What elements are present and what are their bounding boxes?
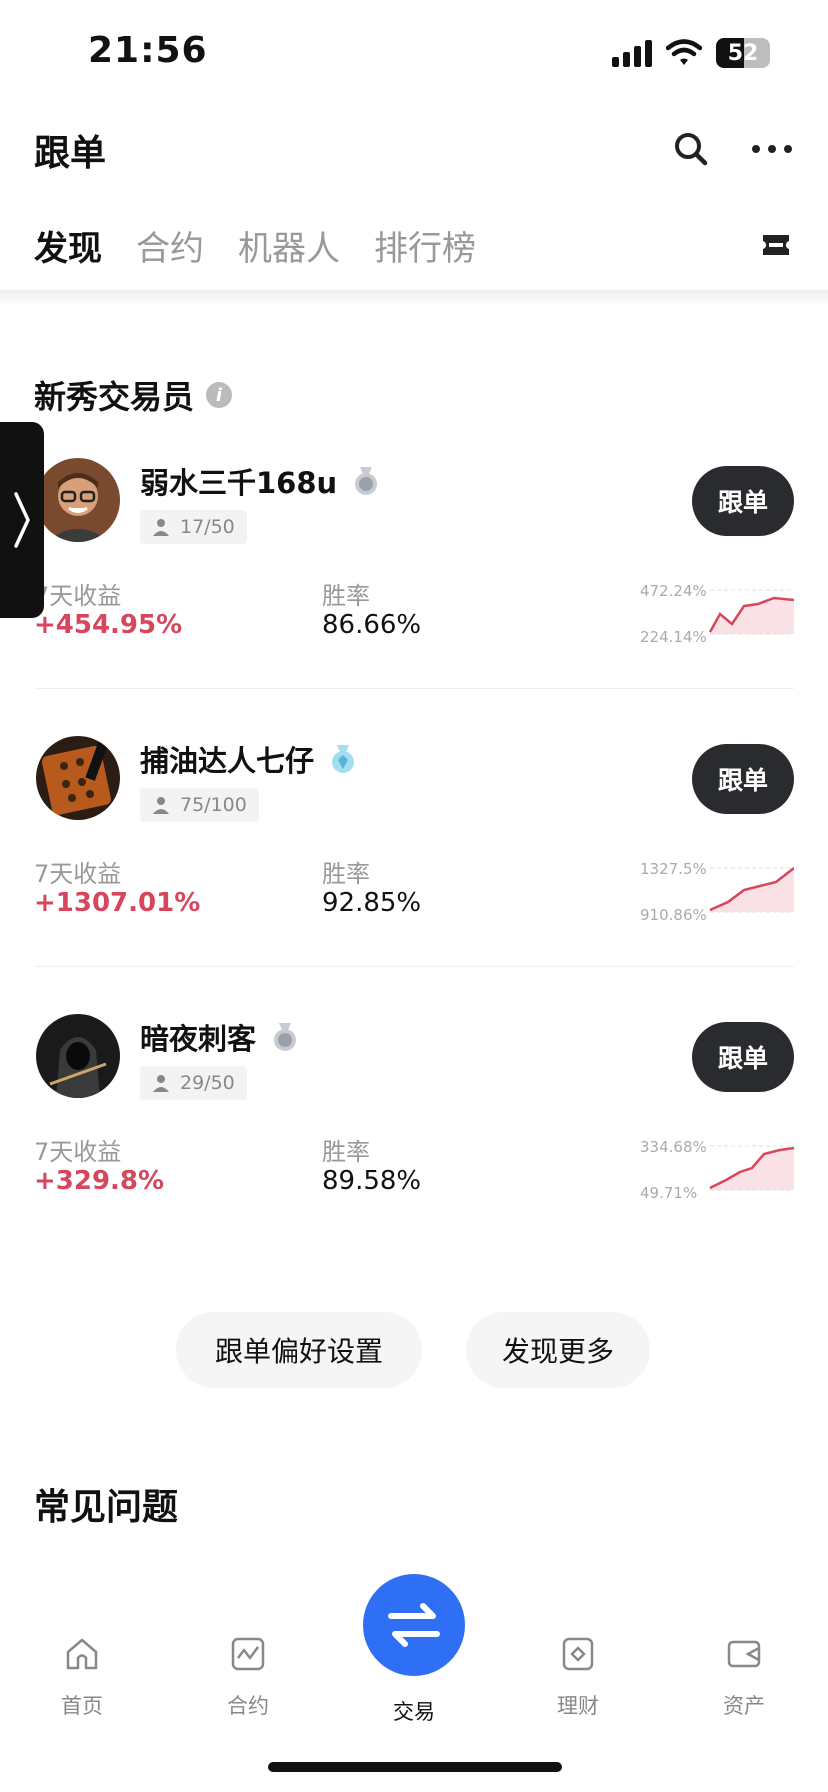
divider xyxy=(34,966,794,967)
header-shadow xyxy=(0,290,828,306)
nav-assets[interactable]: 资产 xyxy=(694,1636,794,1720)
trader-card[interactable]: 捕油达人七仔 75/100 跟单 7天收益 +1307.01% 胜率 92.85… xyxy=(0,736,828,1012)
nav-finance[interactable]: 理财 xyxy=(528,1636,628,1720)
win-rate-label: 胜率 xyxy=(322,582,370,610)
status-bar: 21:56 52 xyxy=(0,0,828,100)
pnl-value: +329.8% xyxy=(34,1166,165,1196)
wallet-icon xyxy=(727,1640,761,1668)
signal-icon xyxy=(612,39,652,67)
nav-contract[interactable]: 合约 xyxy=(198,1636,298,1720)
status-time: 21:56 xyxy=(88,30,208,71)
trader-name-text: 暗夜刺客 xyxy=(140,1022,257,1056)
silver-medal-icon xyxy=(355,467,378,495)
follower-count-text: 29/50 xyxy=(180,1072,235,1094)
chevron-right-icon xyxy=(14,492,30,548)
trader-card[interactable]: 弱水三千168u 17/50 跟单 7天收益 +454.95% 胜率 86.66… xyxy=(0,458,828,734)
follower-count: 29/50 xyxy=(140,1066,247,1100)
follower-count: 75/100 xyxy=(140,788,259,822)
section-title-text: 新秀交易员 xyxy=(34,378,195,416)
faq-title: 常见问题 xyxy=(34,1487,179,1528)
nav-label: 资产 xyxy=(723,1694,765,1718)
win-rate-label: 胜率 xyxy=(322,860,370,888)
nav-label: 合约 xyxy=(227,1694,269,1718)
win-rate-value: 86.66% xyxy=(322,610,422,640)
pnl-label: 7天收益 xyxy=(34,1138,122,1166)
pnl-label: 7天收益 xyxy=(34,582,122,610)
tab-leaderboard[interactable]: 排行榜 xyxy=(374,221,476,270)
sparkline-chart xyxy=(709,867,794,913)
trader-name: 捕油达人七仔 xyxy=(140,738,358,780)
avatar xyxy=(36,458,120,542)
nav-home[interactable]: 首页 xyxy=(32,1636,132,1720)
tab-contract[interactable]: 合约 xyxy=(136,221,204,270)
nav-label: 交易 xyxy=(393,1700,435,1724)
tab-bots[interactable]: 机器人 xyxy=(238,221,340,270)
info-icon[interactable]: i xyxy=(206,382,233,408)
follow-button[interactable]: 跟单 xyxy=(692,1022,794,1092)
pnl-value: +1307.01% xyxy=(34,888,201,918)
follower-count-text: 75/100 xyxy=(180,794,247,816)
search-icon[interactable] xyxy=(672,130,710,168)
win-rate-label: 胜率 xyxy=(322,1138,370,1166)
home-indicator[interactable] xyxy=(268,1762,562,1772)
avatar xyxy=(36,736,120,820)
win-rate-value: 89.58% xyxy=(322,1166,422,1196)
finance-icon xyxy=(562,1637,594,1671)
more-icon[interactable] xyxy=(752,130,792,168)
tab-discover[interactable]: 发现 xyxy=(34,221,102,270)
trader-name: 弱水三千168u xyxy=(140,460,381,502)
nav-label: 理财 xyxy=(557,1694,599,1718)
contract-chart-icon xyxy=(231,1637,265,1671)
follow-button[interactable]: 跟单 xyxy=(692,466,794,536)
pnl-value: +454.95% xyxy=(34,610,183,640)
trader-name-text: 弱水三千168u xyxy=(140,466,338,500)
trader-name-text: 捕油达人七仔 xyxy=(140,744,315,778)
wifi-icon xyxy=(666,39,702,65)
user-icon xyxy=(153,519,169,536)
avatar xyxy=(36,1014,120,1098)
win-rate-value: 92.85% xyxy=(322,888,422,918)
follower-count: 17/50 xyxy=(140,510,247,544)
swap-arrows-icon xyxy=(388,1603,440,1647)
follow-button[interactable]: 跟单 xyxy=(692,744,794,814)
silver-medal-icon xyxy=(274,1023,297,1051)
sparkline-chart xyxy=(708,589,794,635)
page-title: 跟单 xyxy=(34,133,107,174)
tab-bar: 发现 合约 机器人 排行榜 xyxy=(0,195,828,290)
discover-more-button[interactable]: 发现更多 xyxy=(466,1312,650,1388)
app-header: 跟单 xyxy=(0,100,828,195)
battery-icon: 52 xyxy=(716,38,770,68)
home-icon xyxy=(66,1638,98,1670)
nav-trade[interactable] xyxy=(363,1574,465,1676)
trader-name: 暗夜刺客 xyxy=(140,1016,300,1058)
follow-preferences-button[interactable]: 跟单偏好设置 xyxy=(176,1312,422,1388)
section-title: 新秀交易员 i xyxy=(34,372,233,418)
pnl-label: 7天收益 xyxy=(34,860,122,888)
sparkline-chart xyxy=(709,1145,794,1191)
side-drawer-handle[interactable] xyxy=(0,422,44,618)
divider xyxy=(34,688,794,689)
user-icon xyxy=(153,1075,169,1092)
status-icons: 52 xyxy=(612,38,770,68)
ticket-menu-icon[interactable] xyxy=(760,229,792,261)
trader-card[interactable]: 暗夜刺客 29/50 跟单 7天收益 +329.8% 胜率 89.58% 334… xyxy=(0,1014,828,1290)
nav-label: 首页 xyxy=(61,1694,103,1718)
blue-medal-icon xyxy=(332,745,355,773)
follower-count-text: 17/50 xyxy=(180,516,235,538)
user-icon xyxy=(153,797,169,814)
